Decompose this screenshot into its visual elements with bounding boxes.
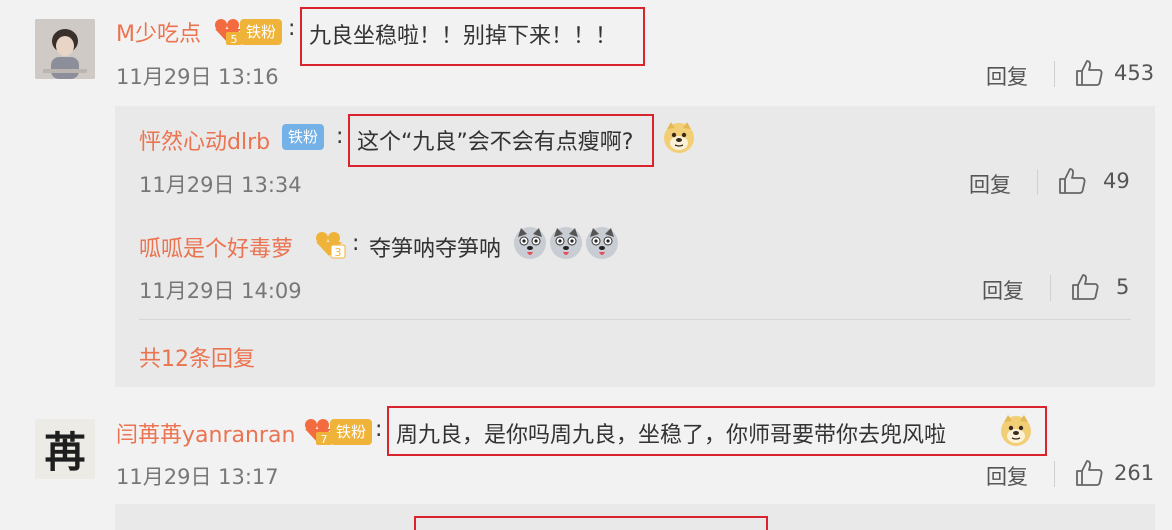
like-count: 5 <box>1116 275 1130 299</box>
comment-text: 九良坐稳啦！！别掉下来！！！ <box>309 24 618 49</box>
comment-text: 周九良，是你吗周九良，坐稳了，你师哥要带你去兜风啦 <box>396 423 947 448</box>
username[interactable]: M少吃点 <box>116 16 201 48</box>
level-number: 5 <box>231 33 238 45</box>
doge-emoji <box>998 412 1034 452</box>
timestamp: 11月29日 14:09 <box>139 279 302 303</box>
thumbs-up-icon[interactable] <box>1070 272 1100 306</box>
fan-badge[interactable]: 铁粉 <box>240 19 283 45</box>
username[interactable]: 闫苒苒yanranran <box>116 417 295 449</box>
divider <box>139 319 1131 320</box>
colon: : <box>375 417 383 442</box>
level-crown-icon: 3 <box>313 230 347 264</box>
more-replies-link[interactable]: 共12条回复 <box>139 341 255 373</box>
colon: : <box>352 231 360 256</box>
avatar[interactable]: 苒 <box>35 419 95 479</box>
like-count: 49 <box>1103 169 1130 193</box>
divider <box>1037 169 1038 195</box>
timestamp: 11月29日 13:34 <box>139 173 302 197</box>
reply-button[interactable]: 回复 <box>982 275 1024 305</box>
husky-emoji <box>548 225 584 265</box>
divider <box>1054 61 1055 87</box>
husky-emoji <box>512 225 548 265</box>
level-number: 7 <box>321 433 328 445</box>
reply-text: 夺笋呐夺笋呐 <box>369 237 502 262</box>
timestamp: 11月29日 13:16 <box>116 65 279 89</box>
username[interactable]: 怦然心动dlrb <box>139 124 270 156</box>
colon: : <box>336 124 344 149</box>
avatar-glyph: 苒 <box>43 427 86 477</box>
thumbs-up-icon[interactable] <box>1074 58 1104 92</box>
level-number: 3 <box>335 246 342 259</box>
fan-badge[interactable]: 铁粉 <box>330 419 373 445</box>
husky-emoji <box>584 225 620 265</box>
reply-button[interactable]: 回复 <box>986 61 1028 91</box>
username[interactable]: 呱呱是个好毒萝 <box>139 231 293 263</box>
fan-badge[interactable]: 铁粉 <box>282 124 325 150</box>
avatar[interactable] <box>35 19 95 79</box>
thumbs-up-icon[interactable] <box>1074 458 1104 492</box>
like-count: 453 <box>1114 61 1155 85</box>
divider <box>1054 461 1055 487</box>
divider <box>1050 275 1051 301</box>
reply-button[interactable]: 回复 <box>969 169 1011 199</box>
doge-emoji <box>661 119 697 159</box>
colon: : <box>288 16 296 41</box>
reply-button[interactable]: 回复 <box>986 461 1028 491</box>
highlight-box <box>414 516 768 530</box>
thumbs-up-icon[interactable] <box>1057 166 1087 200</box>
like-count: 261 <box>1114 461 1155 485</box>
reply-text: 这个“九良”会不会有点瘦啊? <box>357 130 634 155</box>
timestamp: 11月29日 13:17 <box>116 465 279 489</box>
